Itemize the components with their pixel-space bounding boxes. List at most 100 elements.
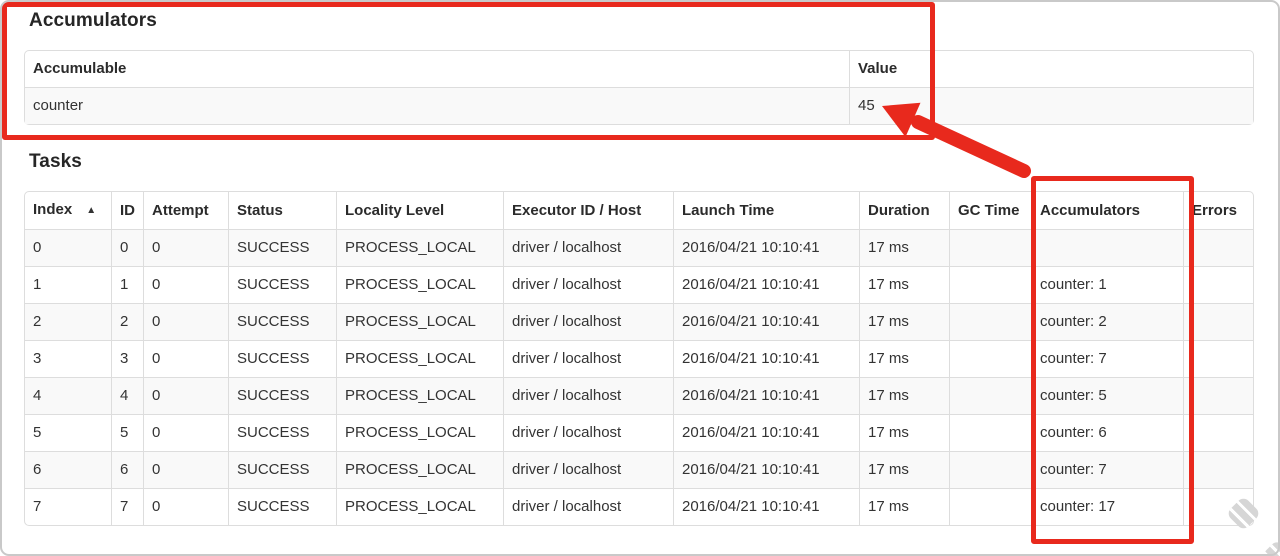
- table-cell: 7: [25, 488, 111, 525]
- table-cell: 17 ms: [859, 229, 949, 266]
- table-cell: 6: [111, 451, 143, 488]
- table-cell: 17 ms: [859, 340, 949, 377]
- table-cell: [949, 229, 1031, 266]
- column-header-label: Value: [858, 60, 898, 77]
- column-header-label: Errors: [1192, 201, 1238, 219]
- table-cell: 0: [143, 488, 228, 525]
- table-cell: driver / localhost: [503, 414, 673, 451]
- table-cell: 0: [143, 451, 228, 488]
- table-cell: 0: [143, 229, 228, 266]
- table-cell: [949, 451, 1031, 488]
- table-cell: counter: 17: [1031, 488, 1183, 525]
- table-cell: [1183, 451, 1253, 488]
- table-cell: driver / localhost: [503, 451, 673, 488]
- column-header-label: GC Time: [958, 201, 1020, 219]
- table-cell: 2: [25, 303, 111, 340]
- table-cell: SUCCESS: [228, 451, 336, 488]
- table-cell: 7: [111, 488, 143, 525]
- table-cell: 17 ms: [859, 303, 949, 340]
- table-cell: [1183, 340, 1253, 377]
- tasks-section-title: Tasks: [29, 151, 82, 172]
- table-cell: [949, 266, 1031, 303]
- table-cell: counter: [25, 87, 849, 124]
- column-header-label: Index: [33, 201, 73, 218]
- table-cell: driver / localhost: [503, 303, 673, 340]
- table-row: 7 7 0 SUCCESS PROCESS_LOCAL driver / localhos…: [25, 488, 1253, 525]
- table-cell: PROCESS_LOCAL: [336, 451, 503, 488]
- column-header-label: Status: [237, 201, 283, 219]
- table-cell: [949, 377, 1031, 414]
- table-cell: SUCCESS: [228, 303, 336, 340]
- column-header-value[interactable]: Value: [849, 51, 1253, 87]
- table-cell: counter: 2: [1031, 303, 1183, 340]
- table-row: 2 2 0 SUCCESS PROCESS_LOCAL driver / localhos…: [25, 303, 1253, 340]
- table-cell: [1183, 377, 1253, 414]
- table-cell: 3: [111, 340, 143, 377]
- table-cell: driver / localhost: [503, 488, 673, 525]
- table-cell: SUCCESS: [228, 229, 336, 266]
- column-header-duration[interactable]: Duration: [859, 192, 949, 229]
- column-header-errors[interactable]: Errors: [1183, 192, 1253, 229]
- table-cell: counter: 7: [1031, 340, 1183, 377]
- table-row: 1 1 0 SUCCESS PROCESS_LOCAL driver / localhos…: [25, 266, 1253, 303]
- table-row: 4 4 0 SUCCESS PROCESS_LOCAL driver / localhos…: [25, 377, 1253, 414]
- table-cell: 4: [111, 377, 143, 414]
- table-cell: counter: 6: [1031, 414, 1183, 451]
- accumulators-table-header-row: Accumulable Value: [25, 51, 1253, 87]
- table-cell: SUCCESS: [228, 266, 336, 303]
- table-cell: 2016/04/21 10:10:41: [673, 451, 859, 488]
- table-cell: 2016/04/21 10:10:41: [673, 340, 859, 377]
- column-header-gc-time[interactable]: GC Time: [949, 192, 1031, 229]
- column-header-label: Accumulators: [1040, 201, 1141, 219]
- table-cell: [1031, 229, 1183, 266]
- column-header-label: Launch Time: [682, 201, 775, 219]
- table-cell: 2016/04/21 10:10:41: [673, 414, 859, 451]
- column-header-status[interactable]: Status: [228, 192, 336, 229]
- feedly-logo-watermark-corner: [1261, 539, 1280, 556]
- table-cell: 5: [111, 414, 143, 451]
- table-cell: PROCESS_LOCAL: [336, 414, 503, 451]
- column-header-label: Accumulable: [33, 60, 127, 77]
- column-header-accumulable[interactable]: Accumulable: [25, 51, 849, 87]
- table-cell: driver / localhost: [503, 377, 673, 414]
- column-header-accumulators[interactable]: Accumulators: [1031, 192, 1183, 229]
- table-cell: SUCCESS: [228, 414, 336, 451]
- table-row: 6 6 0 SUCCESS PROCESS_LOCAL driver / localhos…: [25, 451, 1253, 488]
- column-header-executor-id-host[interactable]: Executor ID / Host: [503, 192, 673, 229]
- accumulators-section-title: Accumulators: [29, 10, 157, 31]
- table-cell: 1: [111, 266, 143, 303]
- table-cell: driver / localhost: [503, 340, 673, 377]
- table-cell: 45: [849, 87, 1253, 124]
- table-row: 3 3 0 SUCCESS PROCESS_LOCAL driver / localhos…: [25, 340, 1253, 377]
- table-cell: 5: [25, 414, 111, 451]
- column-header-launch-time[interactable]: Launch Time: [673, 192, 859, 229]
- table-cell: 0: [143, 340, 228, 377]
- table-cell: PROCESS_LOCAL: [336, 229, 503, 266]
- table-cell: 6: [25, 451, 111, 488]
- table-cell: 0: [25, 229, 111, 266]
- accumulators-table: Accumulable Value counter 45: [24, 50, 1254, 125]
- table-cell: [1183, 414, 1253, 451]
- column-header-locality-level[interactable]: Locality Level: [336, 192, 503, 229]
- table-cell: SUCCESS: [228, 488, 336, 525]
- column-header-label: ID: [120, 201, 135, 219]
- tasks-table: Index ▲ ID Attempt Status Locality Level Execu…: [24, 191, 1254, 526]
- table-cell: 17 ms: [859, 414, 949, 451]
- table-cell: 2016/04/21 10:10:41: [673, 229, 859, 266]
- column-header-label: Attempt: [152, 201, 209, 219]
- column-header-attempt[interactable]: Attempt: [143, 192, 228, 229]
- column-header-label: Duration: [868, 201, 930, 219]
- table-cell: counter: 7: [1031, 451, 1183, 488]
- table-cell: 1: [25, 266, 111, 303]
- table-cell: driver / localhost: [503, 229, 673, 266]
- table-cell: 4: [25, 377, 111, 414]
- table-cell: [1183, 303, 1253, 340]
- table-cell: [1183, 488, 1253, 525]
- table-cell: 17 ms: [859, 266, 949, 303]
- column-header-id[interactable]: ID: [111, 192, 143, 229]
- table-cell: 2016/04/21 10:10:41: [673, 488, 859, 525]
- column-header-label: Executor ID / Host: [512, 201, 642, 219]
- column-header-index[interactable]: Index ▲: [25, 192, 111, 229]
- table-cell: 17 ms: [859, 377, 949, 414]
- column-header-label: Locality Level: [345, 201, 445, 219]
